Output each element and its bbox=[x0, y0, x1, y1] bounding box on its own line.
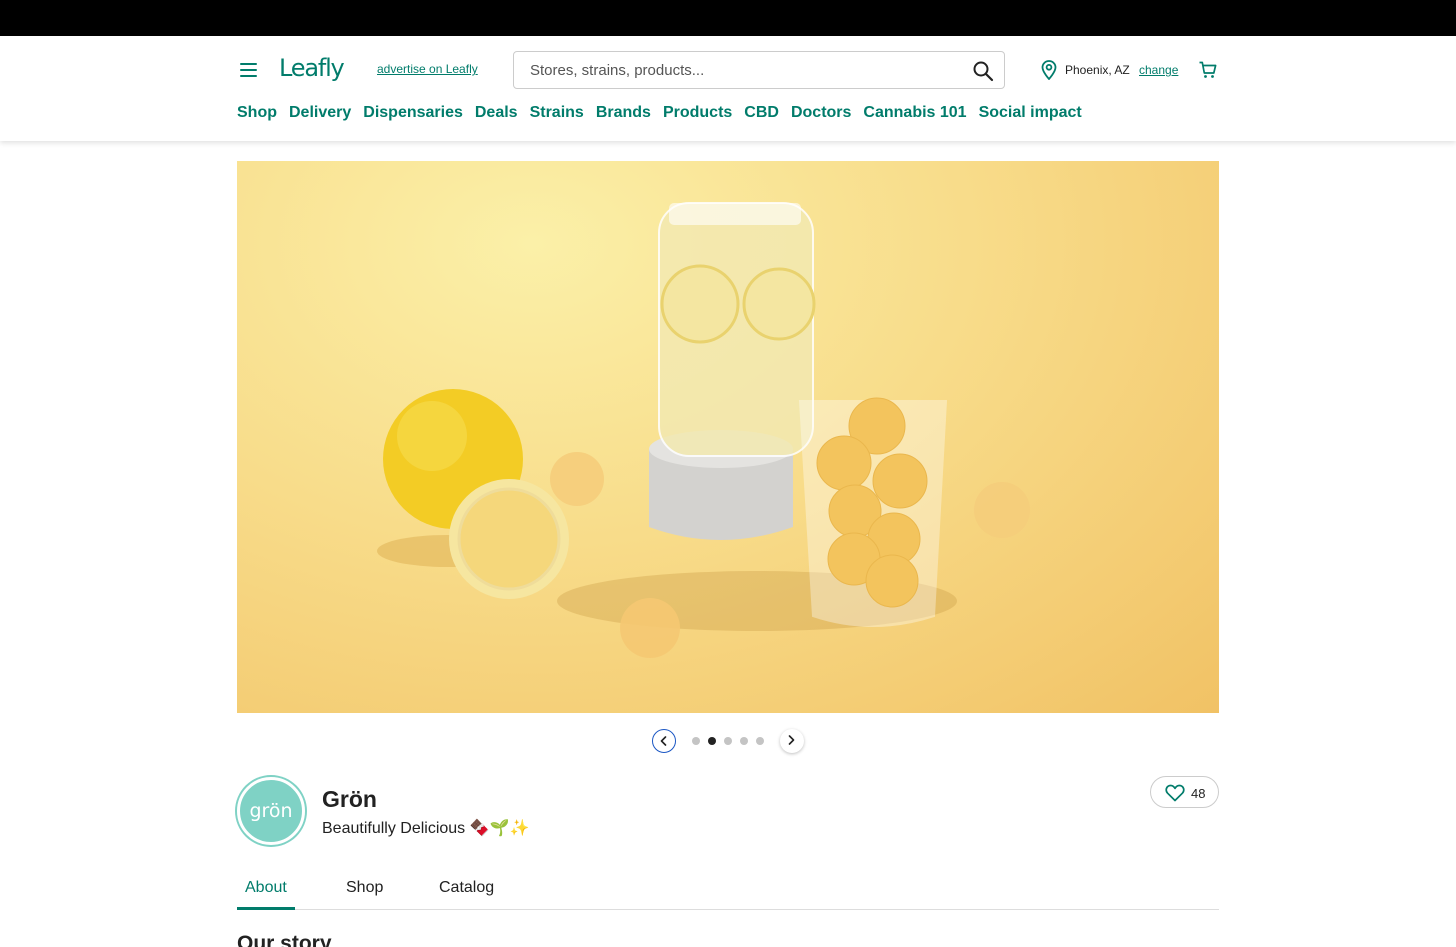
nav-brands[interactable]: Brands bbox=[596, 104, 651, 122]
brand-logo-text: grön bbox=[249, 800, 293, 822]
favorite-button[interactable]: 48 bbox=[1150, 776, 1219, 808]
nav-delivery[interactable]: Delivery bbox=[289, 104, 351, 122]
chevron-left-icon bbox=[660, 736, 667, 746]
brand-name: Grön bbox=[322, 786, 377, 812]
tab-shop[interactable]: Shop bbox=[338, 879, 391, 910]
brand-tagline: Beautifully Delicious 🍫🌱✨ bbox=[322, 820, 530, 837]
cart-icon[interactable] bbox=[1198, 60, 1218, 80]
browser-top-bar bbox=[0, 0, 1456, 36]
nav-dispensaries[interactable]: Dispensaries bbox=[363, 104, 463, 122]
search-bar bbox=[513, 51, 1005, 89]
our-story-heading: Our story bbox=[237, 932, 332, 947]
search-input[interactable] bbox=[530, 52, 970, 88]
carousel-dot[interactable] bbox=[724, 737, 732, 745]
carousel-dot[interactable] bbox=[740, 737, 748, 745]
advertise-link[interactable]: advertise on Leafly bbox=[377, 62, 478, 76]
change-location-link[interactable]: change bbox=[1139, 63, 1178, 77]
location-pin-icon bbox=[1041, 60, 1057, 80]
nav-deals[interactable]: Deals bbox=[475, 104, 518, 122]
carousel-next-button[interactable] bbox=[780, 729, 804, 753]
brand-logo: grön bbox=[237, 777, 305, 845]
site-header: Leafly advertise on Leafly Phoenix, AZ c… bbox=[0, 36, 1456, 141]
nav-products[interactable]: Products bbox=[663, 104, 732, 122]
hero-carousel-controls bbox=[652, 729, 804, 753]
carousel-dot[interactable] bbox=[756, 737, 764, 745]
hero-image bbox=[237, 161, 1219, 713]
carousel-dot-active[interactable] bbox=[708, 737, 716, 745]
nav-doctors[interactable]: Doctors bbox=[791, 104, 851, 122]
location-text: Phoenix, AZ bbox=[1065, 63, 1130, 77]
leafly-logo[interactable]: Leafly bbox=[279, 54, 345, 82]
nav-social-impact[interactable]: Social impact bbox=[979, 104, 1082, 122]
carousel-dot[interactable] bbox=[692, 737, 700, 745]
brand-tabs: About Shop Catalog bbox=[237, 879, 1219, 910]
nav-shop[interactable]: Shop bbox=[237, 104, 277, 122]
search-icon[interactable] bbox=[972, 60, 994, 82]
favorite-count: 48 bbox=[1191, 786, 1206, 801]
nav-cbd[interactable]: CBD bbox=[744, 104, 779, 122]
chevron-right-icon bbox=[788, 735, 795, 745]
tab-about[interactable]: About bbox=[237, 879, 295, 910]
carousel-prev-button[interactable] bbox=[652, 729, 676, 753]
nav-strains[interactable]: Strains bbox=[530, 104, 584, 122]
heart-icon bbox=[1165, 784, 1185, 802]
nav-cannabis-101[interactable]: Cannabis 101 bbox=[863, 104, 966, 122]
main-nav: Shop Delivery Dispensaries Deals Strains… bbox=[237, 104, 1082, 122]
tab-catalog[interactable]: Catalog bbox=[431, 879, 502, 910]
menu-icon[interactable] bbox=[240, 63, 257, 77]
